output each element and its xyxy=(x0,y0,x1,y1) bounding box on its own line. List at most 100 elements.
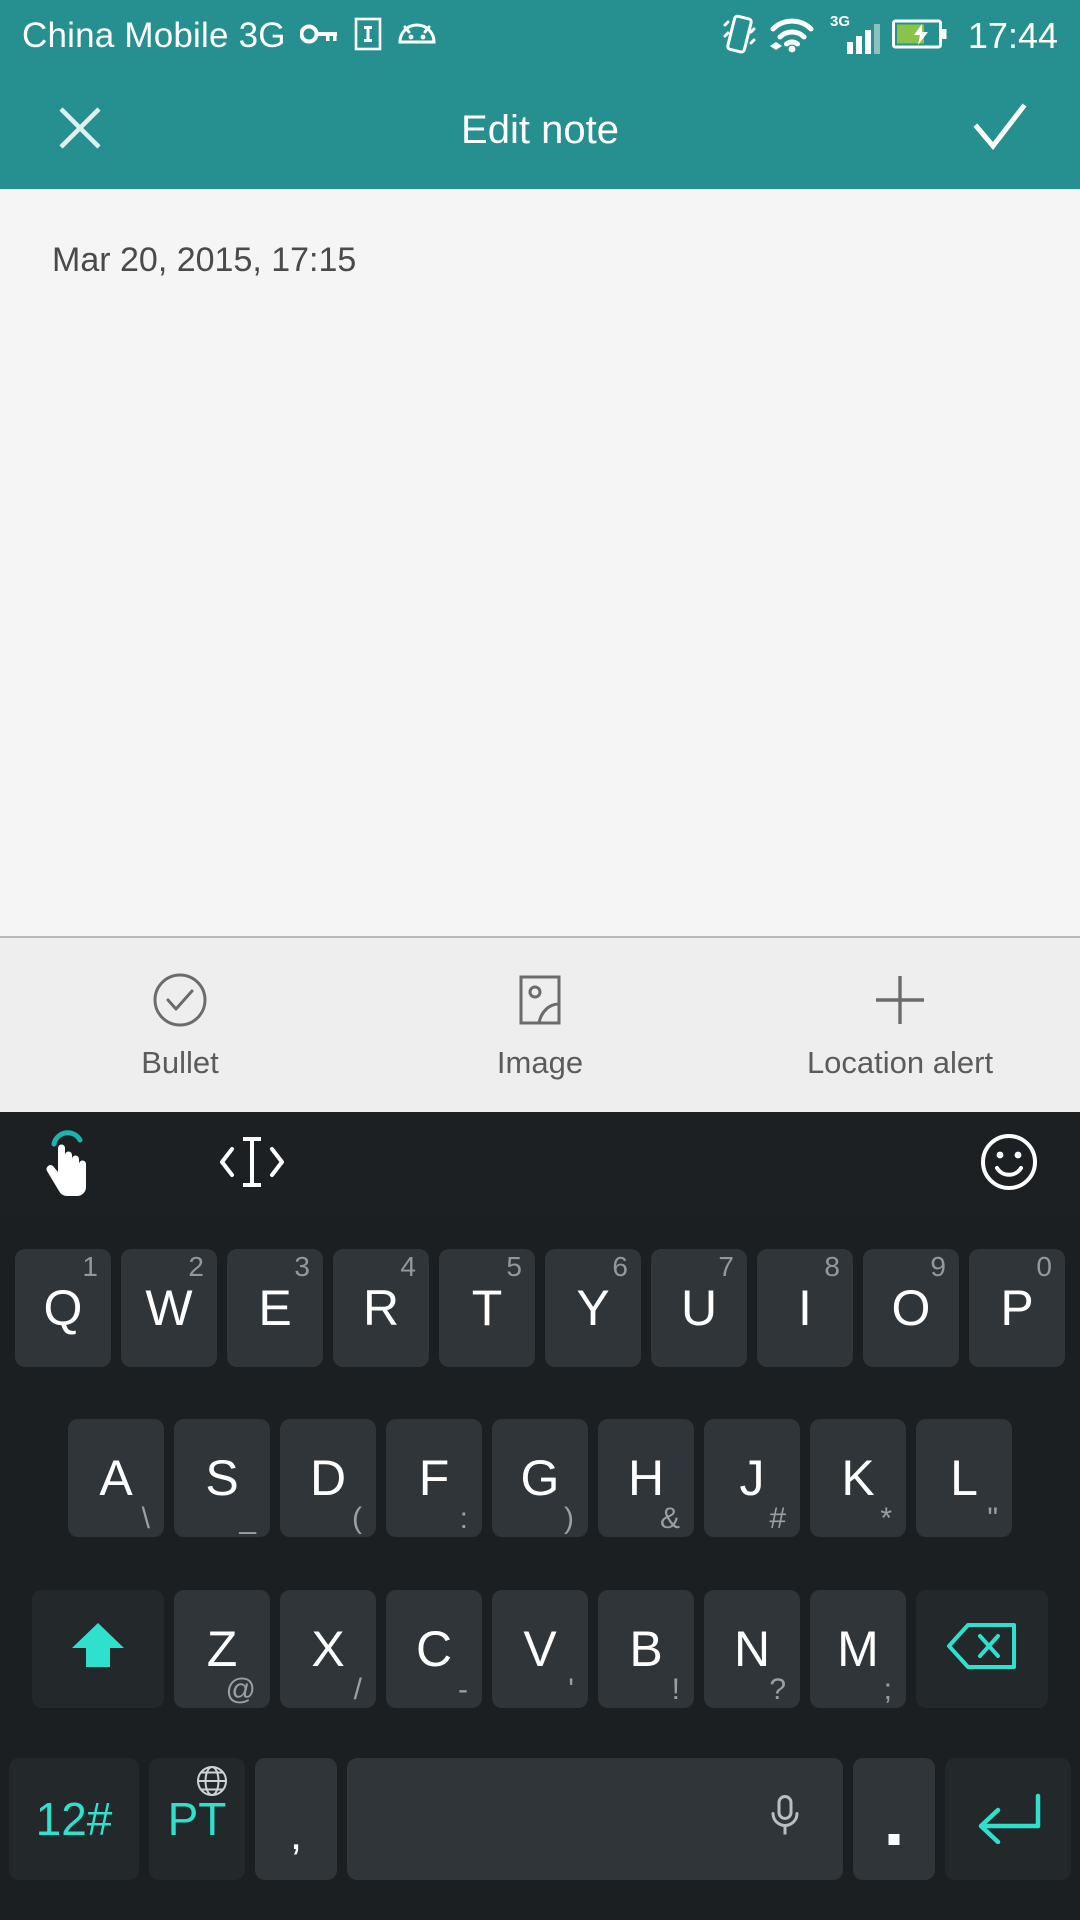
key-s[interactable]: S _ xyxy=(174,1419,270,1538)
key-sup: 8 xyxy=(824,1251,840,1283)
key-e[interactable]: 3E xyxy=(227,1249,323,1368)
key-label: Q xyxy=(43,1280,83,1337)
key-label: F xyxy=(418,1450,450,1507)
key-label: A xyxy=(99,1450,133,1507)
key-sup: 2 xyxy=(188,1251,204,1283)
key-r[interactable]: 4R xyxy=(333,1249,429,1368)
key-z[interactable]: Z @ xyxy=(174,1589,270,1708)
language-key[interactable]: PT xyxy=(149,1757,245,1880)
key-sub: " xyxy=(987,1502,998,1536)
key-sub: : xyxy=(459,1502,468,1536)
key-label: J xyxy=(739,1450,765,1507)
key-label: L xyxy=(950,1450,978,1507)
key-x[interactable]: X / xyxy=(280,1589,376,1708)
location-alert-button[interactable]: Location alert xyxy=(720,938,1080,1112)
key-k[interactable]: K * xyxy=(810,1419,906,1538)
key-icon xyxy=(299,21,340,52)
key-f[interactable]: F: xyxy=(386,1419,482,1538)
key-sub: ! xyxy=(671,1672,680,1706)
key-h[interactable]: H & xyxy=(598,1419,694,1538)
key-sub: ? xyxy=(769,1672,786,1706)
key-label: U xyxy=(680,1280,718,1337)
symbols-key[interactable]: 12# xyxy=(9,1757,139,1880)
comma-label: , xyxy=(289,1809,303,1859)
keyboard-row-2: A \ S _ D( F: G) H & J # K * L " xyxy=(0,1393,1080,1563)
check-circle-icon xyxy=(151,969,209,1031)
key-v[interactable]: V ' xyxy=(492,1589,588,1708)
key-sub: \ xyxy=(141,1502,150,1536)
key-label: I xyxy=(798,1280,812,1337)
key-l[interactable]: L " xyxy=(916,1419,1012,1538)
key-q[interactable]: 1Q xyxy=(15,1249,111,1368)
backspace-key[interactable] xyxy=(916,1589,1048,1708)
key-t[interactable]: 5T xyxy=(439,1249,535,1368)
key-b[interactable]: B! xyxy=(598,1589,694,1708)
cursor-move-button[interactable] xyxy=(204,1122,300,1208)
key-o[interactable]: 9O xyxy=(863,1249,959,1368)
key-w[interactable]: 2W xyxy=(121,1249,217,1368)
key-label: X xyxy=(311,1620,345,1677)
key-j[interactable]: J # xyxy=(704,1419,800,1538)
key-label: C xyxy=(415,1620,453,1677)
key-label: Y xyxy=(576,1280,610,1337)
key-label: S xyxy=(205,1450,239,1507)
save-note-button[interactable] xyxy=(964,95,1036,167)
key-label: R xyxy=(362,1280,400,1337)
close-note-button[interactable] xyxy=(44,95,116,167)
image-button[interactable]: Image xyxy=(360,938,720,1112)
sim-card-icon xyxy=(354,17,382,56)
hand-gesture-button[interactable] xyxy=(28,1122,114,1208)
key-u[interactable]: 7U xyxy=(651,1249,747,1368)
period-key[interactable]: . xyxy=(853,1757,935,1880)
wifi-icon xyxy=(768,13,816,60)
space-key[interactable] xyxy=(347,1757,843,1880)
key-label: D xyxy=(309,1450,347,1507)
carrier-label: China Mobile 3G xyxy=(22,16,286,55)
comma-key[interactable]: , xyxy=(255,1757,337,1880)
keyboard-row-3: Z @ X / C- V ' B! N? M; xyxy=(0,1564,1080,1734)
shift-key[interactable] xyxy=(32,1589,164,1708)
microphone-icon xyxy=(767,1793,803,1844)
android-icon xyxy=(396,20,438,53)
key-label: H xyxy=(627,1450,665,1507)
key-label: Z xyxy=(206,1620,238,1677)
enter-key[interactable] xyxy=(945,1757,1071,1880)
plus-icon xyxy=(871,969,929,1031)
shift-arrow-icon xyxy=(67,1617,129,1680)
note-editor[interactable]: Mar 20, 2015, 17:15 xyxy=(0,189,1080,938)
bullet-button[interactable]: Bullet xyxy=(0,938,360,1112)
key-sub: @ xyxy=(225,1672,256,1706)
key-y[interactable]: 6Y xyxy=(545,1249,641,1368)
key-n[interactable]: N? xyxy=(704,1589,800,1708)
key-m[interactable]: M; xyxy=(810,1589,906,1708)
page-title: Edit note xyxy=(461,108,619,152)
key-p[interactable]: 0P xyxy=(969,1249,1065,1368)
key-sup: 7 xyxy=(718,1251,734,1283)
key-label: M xyxy=(837,1620,879,1677)
status-bar: China Mobile 3G 3G 17:44 xyxy=(0,0,1080,72)
key-sub: ) xyxy=(564,1502,574,1536)
key-d[interactable]: D( xyxy=(280,1419,376,1538)
key-sub: - xyxy=(458,1672,468,1706)
key-i[interactable]: 8I xyxy=(757,1249,853,1368)
key-sup: 9 xyxy=(930,1251,946,1283)
keyboard-rows: 1Q 2W 3E 4R 5T 6Y 7U 8I 9O 0P A \ S _ D( F… xyxy=(0,1217,1080,1920)
status-bar-right: 3G 17:44 xyxy=(722,11,1058,62)
backspace-icon xyxy=(946,1621,1018,1676)
signal-icon: 3G xyxy=(828,11,880,62)
note-action-toolbar: Bullet Image Location alert xyxy=(0,938,1080,1112)
svg-text:3G: 3G xyxy=(830,13,850,30)
key-label: E xyxy=(258,1280,292,1337)
emoji-button[interactable] xyxy=(966,1122,1052,1208)
key-label: K xyxy=(841,1450,875,1507)
key-sup: 4 xyxy=(400,1251,416,1283)
clock-label: 17:44 xyxy=(967,15,1058,56)
note-text-input[interactable] xyxy=(52,306,1028,346)
hand-gesture-icon xyxy=(41,1126,101,1203)
key-g[interactable]: G) xyxy=(492,1419,588,1538)
key-a[interactable]: A \ xyxy=(68,1419,164,1538)
key-c[interactable]: C- xyxy=(386,1589,482,1708)
key-sub: ( xyxy=(352,1502,362,1536)
keyboard: 1Q 2W 3E 4R 5T 6Y 7U 8I 9O 0P A \ S _ D( F… xyxy=(0,1112,1080,1920)
note-timestamp: Mar 20, 2015, 17:15 xyxy=(52,241,357,279)
